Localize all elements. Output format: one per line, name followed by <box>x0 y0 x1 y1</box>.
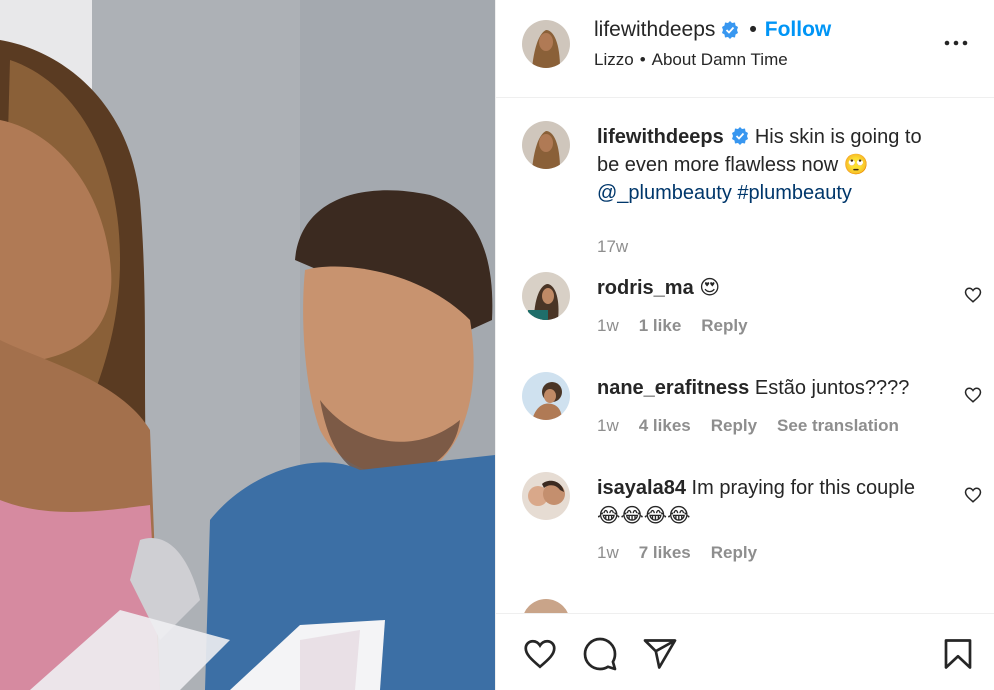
audio-title: About Damn Time <box>651 50 788 69</box>
caption-username[interactable]: lifewithdeeps <box>597 126 724 148</box>
comment-text: nane_erafitness Estão juntos???? <box>597 374 942 402</box>
comment-like-heart-icon[interactable] <box>964 386 982 404</box>
comment-reply-button[interactable]: Reply <box>711 543 757 563</box>
comment-icon[interactable] <box>582 636 618 672</box>
comment-username[interactable]: nane_erafitness <box>597 377 749 399</box>
caption-hashtag[interactable]: #plumbeauty <box>737 182 852 204</box>
author-line: lifewithdeeps • Follow <box>594 18 831 42</box>
share-icon[interactable] <box>642 636 678 672</box>
comment-reply-button[interactable]: Reply <box>711 416 757 436</box>
post-image <box>0 0 495 690</box>
separator-dot: • <box>749 18 757 41</box>
comment-avatar[interactable] <box>522 472 570 520</box>
audio-artist: Lizzo <box>594 50 634 69</box>
caption-text: lifewithdeeps His skin is going to be ev… <box>597 123 942 207</box>
comment-username[interactable]: rodris_ma <box>597 277 694 299</box>
comment-likes[interactable]: 1 like <box>639 316 682 336</box>
comment-username[interactable]: isayala84 <box>597 477 686 499</box>
follow-button[interactable]: Follow <box>765 18 832 42</box>
audio-info[interactable]: Lizzo • About Damn Time <box>594 50 788 70</box>
caption: lifewithdeeps His skin is going to be ev… <box>522 121 982 256</box>
comment-meta: 1w 1 like Reply <box>597 316 768 336</box>
comment-text: isayala84 Im praying for this couple 😂😂😂… <box>597 474 942 530</box>
post-media[interactable] <box>0 0 495 690</box>
comment-text: rodris_ma 😍 <box>597 274 942 302</box>
comment-like-heart-icon[interactable] <box>964 286 982 304</box>
bookmark-icon[interactable] <box>940 636 976 672</box>
comment-time[interactable]: 1w <box>597 316 619 336</box>
comment-time[interactable]: 1w <box>597 543 619 563</box>
verified-badge-icon <box>721 21 739 39</box>
caption-mention[interactable]: @_plumbeauty <box>597 182 732 204</box>
more-options-icon[interactable] <box>943 30 969 56</box>
comment-time[interactable]: 1w <box>597 416 619 436</box>
caption-avatar[interactable] <box>522 121 570 169</box>
verified-badge-icon <box>731 125 749 145</box>
author-username[interactable]: lifewithdeeps <box>594 18 715 42</box>
comment-likes[interactable]: 4 likes <box>639 416 691 436</box>
author-avatar[interactable] <box>522 20 570 68</box>
comment-like-heart-icon[interactable] <box>964 486 982 504</box>
post-detail-panel: lifewithdeeps • Follow Lizzo • About Damn … <box>495 0 994 690</box>
comment-avatar[interactable] <box>522 599 570 613</box>
comment-row: isayala84 Im praying for this couple 😂😂😂… <box>522 472 982 572</box>
caption-meta: 17w <box>597 237 648 257</box>
post-header: lifewithdeeps • Follow Lizzo • About Damn … <box>496 0 994 98</box>
comment-likes[interactable]: 7 likes <box>639 543 691 563</box>
comment-row: rodris_ma 😍 1w 1 like Reply <box>522 272 982 342</box>
action-bar <box>496 613 994 690</box>
comments-list[interactable]: lifewithdeeps His skin is going to be ev… <box>496 99 994 613</box>
comment-row-partial <box>522 599 982 613</box>
comment-avatar[interactable] <box>522 272 570 320</box>
comment-row: nane_erafitness Estão juntos???? 1w 4 li… <box>522 372 982 442</box>
heart-icon[interactable] <box>522 636 558 672</box>
audio-separator: • <box>639 50 646 69</box>
comment-body: Estão juntos???? <box>754 377 910 399</box>
comment-meta: 1w 7 likes Reply <box>597 543 777 563</box>
comment-avatar[interactable] <box>522 372 570 420</box>
comment-meta: 1w 4 likes Reply See translation <box>597 416 919 436</box>
see-translation-button[interactable]: See translation <box>777 416 899 436</box>
comment-reply-button[interactable]: Reply <box>701 316 747 336</box>
caption-time[interactable]: 17w <box>597 237 628 257</box>
comment-body: 😍 <box>699 277 721 299</box>
